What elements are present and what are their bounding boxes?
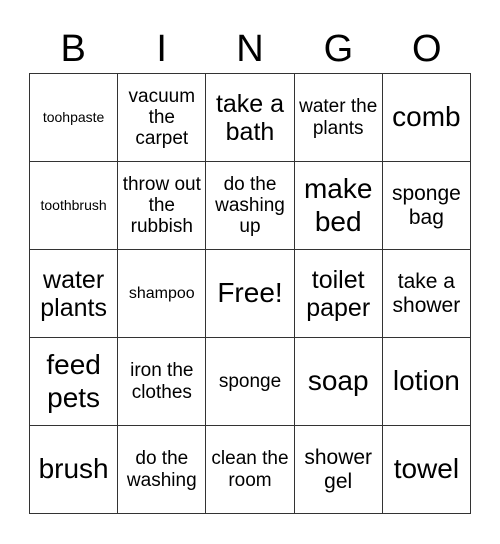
bingo-cell[interactable]: towel (382, 426, 471, 514)
header-letter-n: N (236, 28, 264, 70)
header-letter-b: B (60, 28, 86, 70)
bingo-cell[interactable]: soap (294, 338, 383, 426)
bingo-cell[interactable]: water plants (30, 250, 119, 338)
bingo-cell[interactable]: sponge (206, 338, 295, 426)
bingo-cell[interactable]: take a shower (382, 250, 471, 338)
bingo-cell[interactable]: lotion (382, 338, 471, 426)
bingo-cell[interactable]: clean the room (206, 426, 295, 514)
header-letter-o: O (412, 28, 442, 70)
bingo-header: B I N G O (29, 24, 471, 74)
bingo-grid: toohpaste vacuum the carpet take a bath … (29, 73, 471, 514)
bingo-cell[interactable]: sponge bag (382, 162, 471, 250)
bingo-cell[interactable]: take a bath (206, 74, 295, 162)
bingo-cell[interactable]: shampoo (118, 250, 207, 338)
bingo-cell[interactable]: throw out the rubbish (118, 162, 207, 250)
free-space-cell[interactable]: Free! (206, 250, 295, 338)
bingo-cell[interactable]: make bed (294, 162, 383, 250)
bingo-cell[interactable]: toilet paper (294, 250, 383, 338)
bingo-cell[interactable]: water the plants (294, 74, 383, 162)
bingo-cell[interactable]: brush (30, 426, 119, 514)
bingo-cell[interactable]: vacuum the carpet (118, 74, 207, 162)
bingo-cell[interactable]: do the washing (118, 426, 207, 514)
header-letter-i: I (156, 28, 167, 70)
bingo-cell[interactable]: iron the clothes (118, 338, 207, 426)
header-letter-g: G (323, 28, 354, 70)
bingo-cell[interactable]: toohpaste (30, 74, 119, 162)
bingo-cell[interactable]: toothbrush (30, 162, 119, 250)
bingo-cell[interactable]: do the washing up (206, 162, 295, 250)
bingo-cell[interactable]: comb (382, 74, 471, 162)
bingo-cell[interactable]: shower gel (294, 426, 383, 514)
bingo-cell[interactable]: feed pets (30, 338, 119, 426)
